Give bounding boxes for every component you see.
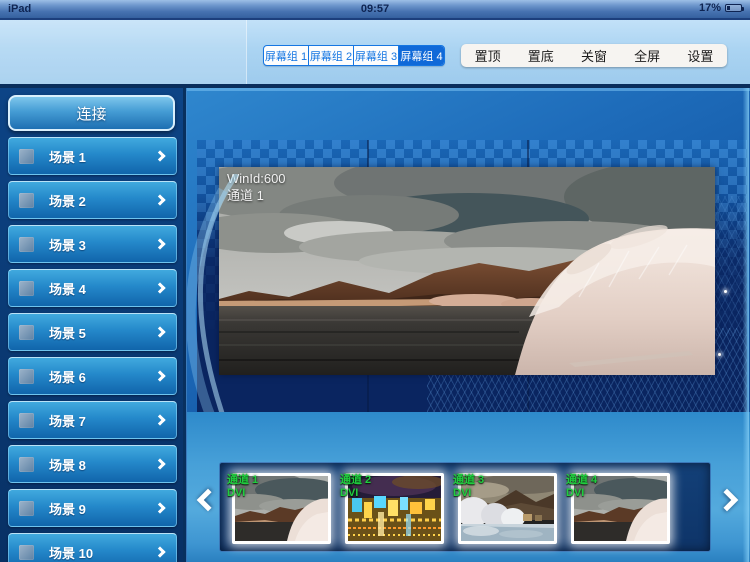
scene-icon bbox=[19, 192, 34, 208]
channel-thumbnail-label: 通道 2 DVI bbox=[340, 474, 371, 500]
scene-icon bbox=[19, 412, 34, 428]
chevron-right-icon bbox=[154, 546, 166, 558]
video-wall-canvas: WinId:600 通道 1 bbox=[197, 140, 747, 412]
channel-thumbnail-label: 通道 1 DVI bbox=[227, 474, 258, 500]
channel-name: 通道 1 bbox=[227, 474, 259, 486]
scene-item-9[interactable]: 场景 9 bbox=[8, 489, 177, 527]
sparkle-decoration bbox=[724, 290, 727, 293]
chevron-right-icon bbox=[154, 414, 166, 426]
channel-thumbnail-2[interactable]: 通道 2 DVI bbox=[340, 473, 444, 544]
battery-icon bbox=[725, 4, 744, 12]
main-right-edge bbox=[743, 88, 749, 562]
chevron-right-icon bbox=[154, 282, 166, 294]
scene-icon bbox=[19, 148, 34, 164]
scene-sidebar: 连接 场景 1 场景 2 场景 3 场景 4 场景 5 场景 6 场景 7 场景… bbox=[0, 88, 183, 562]
scene-icon bbox=[19, 280, 34, 296]
scene-item-8[interactable]: 场景 8 bbox=[8, 445, 177, 483]
tab-screen-group-3[interactable]: 屏幕组 3 bbox=[354, 46, 399, 65]
scene-item-2[interactable]: 场景 2 bbox=[8, 181, 177, 219]
scene-icon bbox=[19, 236, 34, 252]
window-channel-label: 通道 1 bbox=[227, 188, 264, 203]
chevron-right-icon bbox=[154, 502, 166, 514]
video-landscape-image bbox=[219, 167, 715, 375]
scene-label: 场景 5 bbox=[49, 325, 86, 341]
scene-label: 场景 9 bbox=[49, 501, 86, 517]
scene-icon bbox=[19, 456, 34, 472]
battery-percent: 17% bbox=[698, 2, 721, 14]
tab-screen-group-2[interactable]: 屏幕组 2 bbox=[309, 46, 354, 65]
send-to-bottom-button[interactable]: 置底 bbox=[528, 46, 554, 65]
channel-thumbnail-1[interactable]: 通道 1 DVI bbox=[227, 473, 331, 544]
window-action-bar: 置顶 置底 关窗 全屏 设置 bbox=[461, 44, 727, 67]
close-window-button[interactable]: 关窗 bbox=[581, 46, 607, 65]
scene-label: 场景 8 bbox=[49, 457, 86, 473]
status-battery: 17% bbox=[698, 2, 744, 14]
scene-item-10[interactable]: 场景 10 bbox=[8, 533, 177, 562]
channel-thumbnail-3[interactable]: 通道 3 DVI bbox=[453, 473, 557, 544]
channel-thumbnail-4[interactable]: 通道 4 DVI bbox=[566, 473, 670, 544]
chevron-right-icon bbox=[154, 458, 166, 470]
main-top-glow bbox=[187, 88, 750, 91]
scene-label: 场景 10 bbox=[49, 545, 94, 561]
scene-label: 场景 7 bbox=[49, 413, 86, 429]
bring-to-top-button[interactable]: 置顶 bbox=[475, 46, 501, 65]
channel-thumbnail-label: 通道 4 DVI bbox=[566, 474, 597, 500]
scene-label: 场景 1 bbox=[49, 149, 86, 165]
chevron-right-icon bbox=[154, 150, 166, 162]
channel-name: 通道 2 bbox=[340, 474, 372, 486]
tab-screen-group-1[interactable]: 屏幕组 1 bbox=[264, 46, 309, 65]
scene-item-1[interactable]: 场景 1 bbox=[8, 137, 177, 175]
fullscreen-button[interactable]: 全屏 bbox=[634, 46, 660, 65]
window-id-label: WinId:600 bbox=[227, 171, 286, 186]
scene-item-6[interactable]: 场景 6 bbox=[8, 357, 177, 395]
header-bar: 屏幕组 1 屏幕组 2 屏幕组 3 屏幕组 4 置顶 置底 关窗 全屏 设置 bbox=[0, 20, 750, 88]
status-bar: 09:57 iPad 17% bbox=[0, 0, 750, 20]
scene-label: 场景 4 bbox=[49, 281, 86, 297]
scene-icon bbox=[19, 324, 34, 340]
status-device: iPad bbox=[8, 3, 32, 15]
scene-icon bbox=[19, 500, 34, 516]
channel-name: 通道 4 bbox=[566, 474, 598, 486]
header-left-pane bbox=[0, 20, 247, 84]
scene-item-5[interactable]: 场景 5 bbox=[8, 313, 177, 351]
channel-signal-type: DVI bbox=[227, 487, 246, 499]
scene-item-4[interactable]: 场景 4 bbox=[8, 269, 177, 307]
channel-carousel: 通道 1 DVI 通道 2 DVI 通道 3 DVI 通道 4 DVI bbox=[219, 462, 711, 552]
channel-thumbnail-label: 通道 3 DVI bbox=[453, 474, 484, 500]
screen-group-tabs: 屏幕组 1 屏幕组 2 屏幕组 3 屏幕组 4 bbox=[263, 45, 445, 66]
scene-label: 场景 6 bbox=[49, 369, 86, 385]
tab-screen-group-4[interactable]: 屏幕组 4 bbox=[399, 46, 444, 65]
scene-item-7[interactable]: 场景 7 bbox=[8, 401, 177, 439]
main-panel: WinId:600 通道 1 通道 1 DVI 通道 2 DVI 通道 3 DV… bbox=[186, 88, 750, 562]
video-window-overlay: WinId:600 通道 1 bbox=[227, 170, 286, 204]
sparkle-decoration bbox=[718, 353, 721, 356]
chevron-right-icon bbox=[154, 326, 166, 338]
scene-label: 场景 2 bbox=[49, 193, 86, 209]
scene-item-3[interactable]: 场景 3 bbox=[8, 225, 177, 263]
app-screen: 09:57 iPad 17% 屏幕组 1 屏幕组 2 屏幕组 3 屏幕组 4 置… bbox=[0, 0, 750, 562]
channel-signal-type: DVI bbox=[566, 487, 585, 499]
connect-button[interactable]: 连接 bbox=[8, 95, 175, 131]
channel-signal-type: DVI bbox=[340, 487, 359, 499]
status-time: 09:57 bbox=[360, 3, 390, 15]
chevron-right-icon bbox=[154, 194, 166, 206]
chevron-right-icon bbox=[154, 238, 166, 250]
settings-button[interactable]: 设置 bbox=[687, 46, 713, 65]
scene-icon bbox=[19, 544, 34, 560]
chevron-right-icon bbox=[154, 370, 166, 382]
scene-list: 场景 1 场景 2 场景 3 场景 4 场景 5 场景 6 场景 7 场景 8 … bbox=[8, 137, 177, 562]
scene-icon bbox=[19, 368, 34, 384]
scene-label: 场景 3 bbox=[49, 237, 86, 253]
channel-name: 通道 3 bbox=[453, 474, 485, 486]
video-window[interactable]: WinId:600 通道 1 bbox=[219, 167, 715, 375]
channel-signal-type: DVI bbox=[453, 487, 472, 499]
